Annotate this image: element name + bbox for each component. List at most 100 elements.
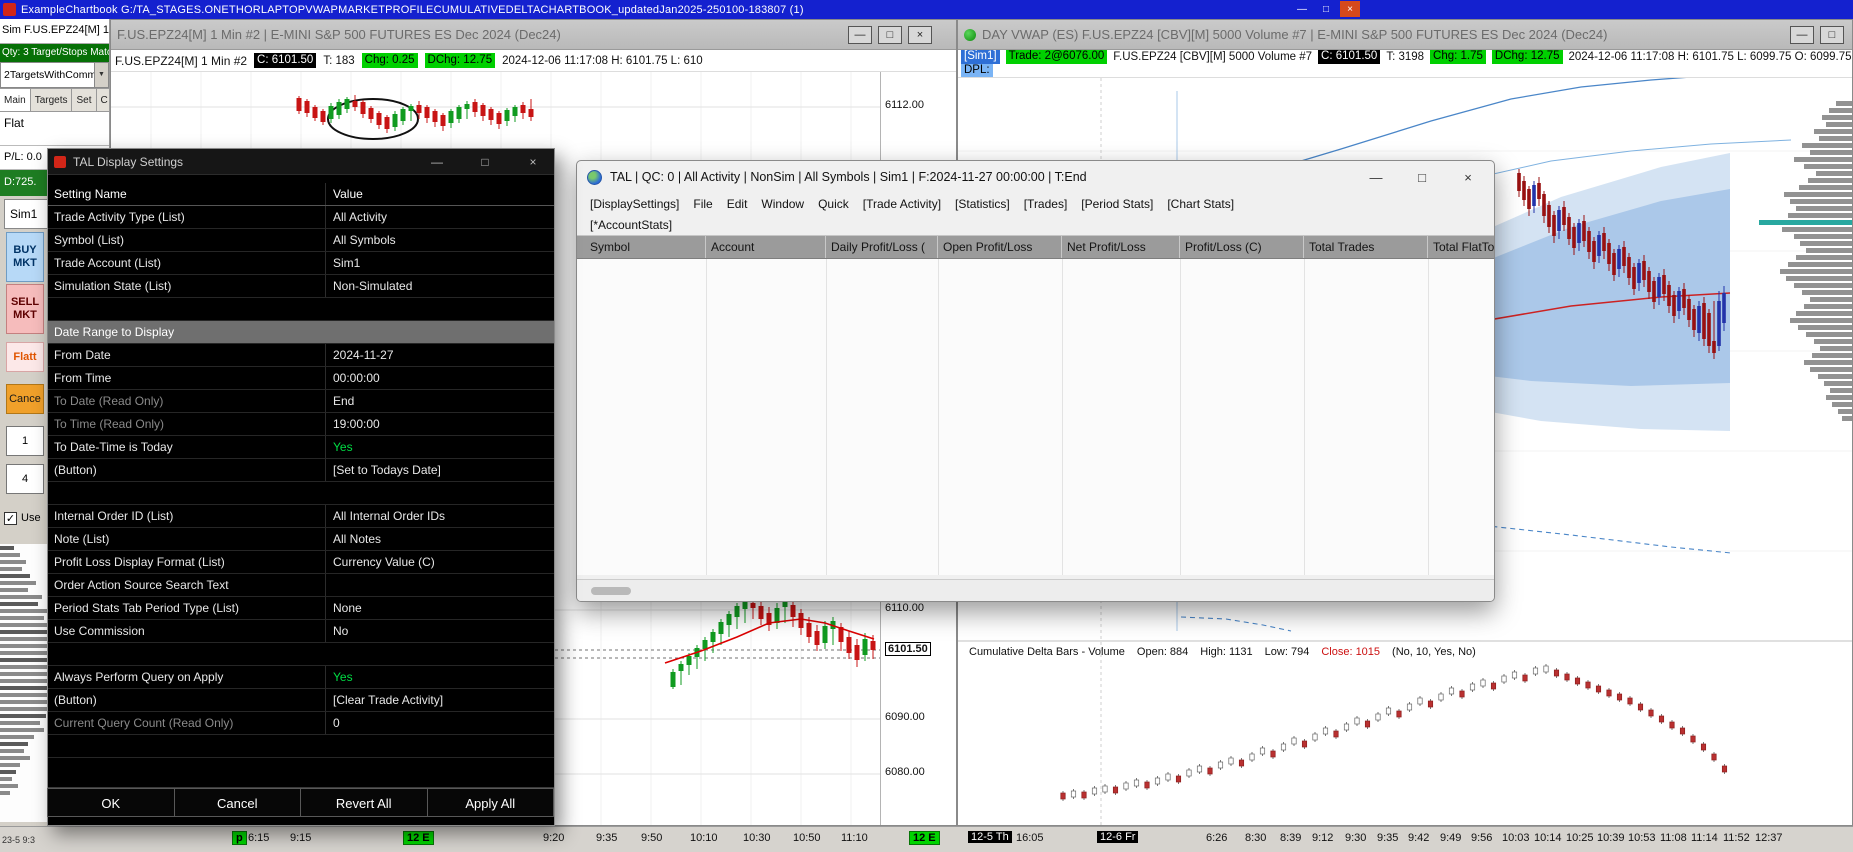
tab-targets[interactable]: Targets	[30, 88, 73, 112]
app-icon	[3, 3, 16, 16]
delta-bar	[1322, 727, 1329, 735]
delta-bar	[1270, 750, 1276, 758]
column-header[interactable]: Daily Profit/Loss (	[826, 236, 938, 258]
buy-market-button[interactable]: BUY MKT	[6, 232, 44, 282]
app-titlebar[interactable]: ExampleChartbook G:/TA_STAGES.ONETHORLAP…	[0, 0, 1853, 19]
menu-item[interactable]: File	[688, 197, 717, 211]
menu-item[interactable]: Edit	[722, 197, 753, 211]
setting-value[interactable]: 2024-11-27	[325, 344, 554, 366]
setting-value[interactable]: [Set to Todays Date]	[325, 459, 554, 481]
trade-window-title[interactable]: Sim F.US.EPZ24[M] 1...	[0, 19, 109, 44]
time-axis-strip[interactable]: 9:20 9:35 9:50 10:10 10:30 10:50 11:10 12 E 12-5…	[0, 826, 1853, 852]
setting-value[interactable]: 0	[325, 712, 554, 734]
setting-name: Trade Account (List)	[54, 256, 161, 270]
minimize-icon[interactable]: —	[1790, 25, 1814, 44]
revert-all-button[interactable]: Revert All	[300, 788, 428, 817]
setting-value[interactable]: Currency Value (C)	[325, 551, 554, 573]
maximize-icon[interactable]: □	[878, 25, 902, 44]
menu-item[interactable]: Quick	[813, 197, 854, 211]
setting-value[interactable]: All Symbols	[325, 229, 554, 251]
close-icon[interactable]: ×	[1340, 1, 1360, 17]
setting-value[interactable]: No	[325, 620, 554, 642]
chart2-ohlc: 2024-12-06 11:17:08 H: 6101.75 L: 6099.7…	[1568, 50, 1853, 63]
candle-body	[1642, 261, 1646, 280]
setting-value[interactable]: All Notes	[325, 528, 554, 550]
sell-market-button[interactable]: SELL MKT	[6, 284, 44, 334]
profile-bar	[0, 770, 16, 774]
column-header[interactable]: Symbol	[585, 236, 706, 258]
setting-value[interactable]	[325, 574, 554, 596]
column-header[interactable]: Profit/Loss (C)	[1180, 236, 1304, 258]
column-header[interactable]: Net Profit/Loss	[1062, 236, 1180, 258]
chevron-down-icon[interactable]: ▼	[94, 63, 108, 87]
volume-profile-bar	[1790, 199, 1852, 204]
column-header[interactable]: Total Trades	[1304, 236, 1428, 258]
setting-value[interactable]: 19:00:00	[325, 413, 554, 435]
setting-value[interactable]: None	[325, 597, 554, 619]
chart2-titlebar[interactable]: DAY VWAP (ES) F.US.EPZ24 [CBV][M] 5000 V…	[958, 20, 1852, 50]
tal-titlebar[interactable]: TAL | QC: 0 | All Activity | NonSim | Al…	[577, 161, 1494, 193]
tab-set[interactable]: Set	[72, 88, 97, 112]
minimize-icon[interactable]: —	[1292, 1, 1312, 17]
maximize-icon[interactable]: □	[1412, 170, 1432, 185]
maximize-icon[interactable]: □	[1316, 1, 1336, 17]
menu-item[interactable]: [Statistics]	[950, 197, 1015, 211]
price-label: 6112.00	[885, 99, 924, 111]
maximize-icon[interactable]: □	[476, 155, 494, 169]
menu-item[interactable]: [Trade Activity]	[858, 197, 946, 211]
candle-body	[352, 101, 358, 107]
setting-value[interactable]: 00:00:00	[325, 367, 554, 389]
delta-bar	[1343, 723, 1350, 731]
volume-profile-bar	[1799, 185, 1852, 190]
setting-value[interactable]: Yes	[325, 666, 554, 688]
tab-main[interactable]: Main	[0, 88, 31, 112]
setting-value[interactable]: Sim1	[325, 252, 554, 274]
close-icon[interactable]: ×	[908, 25, 932, 44]
qty-preset-4-button[interactable]: 4	[6, 464, 44, 494]
setting-value[interactable]: Yes	[325, 436, 554, 458]
close-icon[interactable]: ×	[1458, 170, 1478, 185]
tab-c[interactable]: C	[96, 88, 109, 112]
setting-value[interactable]: All Activity	[325, 206, 554, 228]
setting-value[interactable]: [Clear Trade Activity]	[325, 689, 554, 711]
volume-profile-bar	[1794, 234, 1852, 239]
candle-body	[1702, 303, 1706, 339]
candle-body	[678, 664, 684, 671]
column-header[interactable]: Account	[706, 236, 826, 258]
scrollbar-handle[interactable]	[591, 587, 631, 595]
menu-item[interactable]: [Trades]	[1019, 197, 1073, 211]
column-header[interactable]: Total FlatTo	[1428, 236, 1494, 258]
horizontal-scrollbar[interactable]	[577, 579, 1494, 601]
close-icon[interactable]: ×	[524, 155, 542, 169]
tal-table-body[interactable]	[577, 259, 1494, 575]
cancel-button[interactable]: Cance	[6, 384, 44, 414]
column-header[interactable]: Open Profit/Loss	[938, 236, 1062, 258]
delta-open: Open: 884	[1136, 646, 1189, 658]
settings-dialog-titlebar[interactable]: TAL Display Settings — □ ×	[48, 149, 554, 175]
flatten-button[interactable]: Flatt	[6, 342, 44, 372]
setting-name: Use Commission	[54, 624, 145, 638]
menu-item[interactable]: [Period Stats]	[1076, 197, 1158, 211]
candle-body	[488, 109, 494, 120]
cancel-button[interactable]: Cancel	[173, 788, 301, 817]
use-checkbox[interactable]: ✓	[4, 511, 17, 525]
apply-all-button[interactable]: Apply All	[426, 788, 554, 817]
candle-body	[814, 631, 820, 645]
setting-value[interactable]: Non-Simulated	[325, 275, 554, 297]
menu-item[interactable]: [Chart Stats]	[1162, 197, 1239, 211]
menu-item[interactable]: Window	[756, 197, 809, 211]
setting-value[interactable]: All Internal Order IDs	[325, 505, 554, 527]
maximize-icon[interactable]: □	[1820, 25, 1844, 44]
minimize-icon[interactable]: —	[428, 155, 446, 169]
strategy-dropdown[interactable]: 2TargetsWithCommonS ▼	[0, 62, 109, 88]
minimize-icon[interactable]: —	[1366, 170, 1386, 185]
qty-preset-1-button[interactable]: 1	[6, 426, 44, 456]
settings-row	[48, 643, 554, 666]
minimize-icon[interactable]: —	[848, 25, 872, 44]
candle-body	[1522, 181, 1526, 200]
menu-item[interactable]: [DisplaySettings]	[585, 197, 684, 211]
chart1-titlebar[interactable]: F.US.EPZ24[M] 1 Min #2 | E-MINI S&P 500 …	[111, 20, 956, 50]
menu-item[interactable]: [*AccountStats]	[585, 218, 677, 232]
setting-value[interactable]: End	[325, 390, 554, 412]
ok-button[interactable]: OK	[47, 788, 175, 817]
